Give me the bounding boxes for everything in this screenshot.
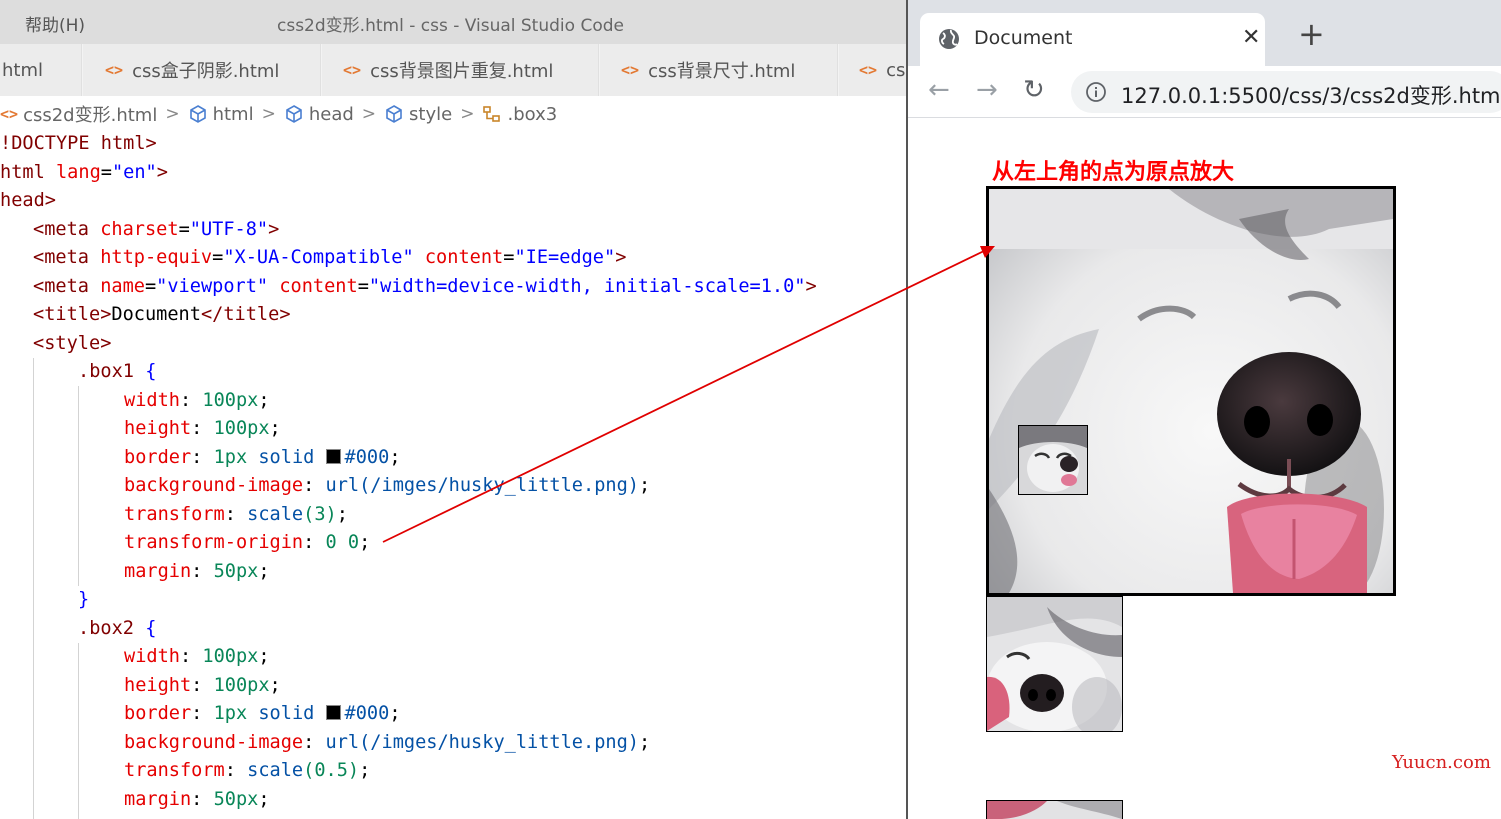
html-file-icon: <> xyxy=(105,61,124,79)
breadcrumb-item-style[interactable]: style xyxy=(384,104,452,125)
watermark-text: Yuucn.com xyxy=(1392,752,1491,773)
code-line: height: 100px; xyxy=(124,418,281,439)
editor-tab-bg-size[interactable]: <> css背景尺寸.html xyxy=(600,44,838,96)
husky-face-photo xyxy=(989,189,1393,593)
code-line: transform: scale(0.5); xyxy=(124,760,371,781)
browser-tab[interactable]: Document ✕ xyxy=(920,13,1265,66)
code-line: html lang="en"> xyxy=(0,161,168,183)
url-text[interactable]: 127.0.0.1:5500/css/3/css2d变形.html xyxy=(1121,80,1501,110)
code-editor[interactable]: !DOCTYPE html> html lang="en"> head> <me… xyxy=(0,130,906,819)
tab-label: html xyxy=(2,59,44,81)
reload-button[interactable]: ↻ xyxy=(1023,75,1045,105)
husky-face-photo xyxy=(987,597,1122,731)
code-line: <meta charset="UTF-8"> xyxy=(33,218,280,240)
cube-icon xyxy=(286,105,302,123)
forward-button[interactable]: → xyxy=(976,75,998,105)
indent-guide xyxy=(78,386,79,586)
code-line: .box1 { xyxy=(78,361,157,382)
html-file-icon: <> xyxy=(859,61,878,79)
code-line: width: 100px; xyxy=(124,389,270,411)
chevron-right-icon: > xyxy=(165,104,180,124)
breadcrumb-item-head[interactable]: head xyxy=(284,104,354,125)
breadcrumb-item-html[interactable]: html xyxy=(188,104,254,125)
husky-image-small xyxy=(1018,425,1088,495)
tab-label: css xyxy=(886,59,906,81)
browser-tab-strip: Document ✕ + xyxy=(908,0,1501,66)
info-icon[interactable] xyxy=(1085,81,1107,103)
husky-little-photo xyxy=(1019,426,1087,494)
code-line: } xyxy=(78,589,90,610)
code-line: background-image: url(/imges/husky_littl… xyxy=(124,731,651,753)
window-title: css2d变形.html - css - Visual Studio Code xyxy=(277,16,624,36)
cube-icon xyxy=(386,105,402,123)
code-line: <title>Document</title> xyxy=(33,304,291,325)
address-bar[interactable]: 127.0.0.1:5500/css/3/css2d变形.html xyxy=(1071,71,1501,113)
html-file-icon: <> xyxy=(621,61,640,79)
code-line: border: 1px solid #000; xyxy=(124,446,401,468)
chevron-right-icon: > xyxy=(261,104,276,124)
browser-toolbar: ← → ↻ 127.0.0.1:5500/css/3/css2d变形.html xyxy=(908,66,1501,118)
indent-guide xyxy=(78,643,79,819)
code-line: border: 1px solid #000; xyxy=(124,703,401,724)
code-line: margin: 50px; xyxy=(124,788,270,810)
breadcrumb-label: css2d变形.html xyxy=(23,105,158,126)
code-line: <style> xyxy=(33,332,112,354)
browser-tab-title: Document xyxy=(974,27,1073,49)
html-file-icon: <> xyxy=(0,105,19,123)
chevron-right-icon: > xyxy=(361,104,377,124)
new-tab-button[interactable]: + xyxy=(1298,18,1325,50)
selector-icon xyxy=(483,106,501,122)
code-line: height: 100px; xyxy=(124,674,281,696)
editor-tab-box-shadow[interactable]: <> css盒子阴影.html xyxy=(83,44,321,96)
close-tab-icon[interactable]: ✕ xyxy=(1242,25,1260,50)
breadcrumb-label: head xyxy=(308,103,354,125)
globe-icon xyxy=(939,29,959,49)
code-line: width: 100px; xyxy=(124,646,270,667)
breadcrumb: <> css2d变形.html > html > head > style > … xyxy=(0,96,906,132)
page-heading: 从左上角的点为原点放大 xyxy=(992,160,1235,185)
editor-tab-bg-repeat[interactable]: <> css背景图片重复.html xyxy=(322,44,599,96)
breadcrumb-label: style xyxy=(409,103,453,125)
editor-tab-bar: html <> css盒子阴影.html <> css背景图片重复.html <… xyxy=(0,44,906,96)
breadcrumb-item-file[interactable]: <> css2d变形.html xyxy=(0,101,157,127)
husky-face-photo xyxy=(987,801,1122,819)
code-line-transform-origin: transform-origin: 0 0; xyxy=(124,532,371,553)
color-swatch[interactable] xyxy=(325,705,341,720)
tab-label: css盒子阴影.html xyxy=(132,61,280,82)
tab-label: css背景尺寸.html xyxy=(648,61,796,82)
code-line: !DOCTYPE html> xyxy=(0,133,157,154)
back-button[interactable]: ← xyxy=(928,75,950,105)
browser-window: Document ✕ + ← → ↻ 127.0.0.1:5500/css/3/… xyxy=(906,0,1501,819)
code-line: <meta name="viewport" content="width=dev… xyxy=(33,275,817,297)
tab-label: css背景图片重复.html xyxy=(370,61,554,82)
chevron-right-icon: > xyxy=(460,104,475,124)
code-line: transform: scale(3); xyxy=(124,503,348,525)
breadcrumb-label: html xyxy=(212,103,254,125)
code-line: margin: 50px; xyxy=(124,560,270,582)
code-line: .box2 { xyxy=(78,617,157,639)
color-swatch[interactable] xyxy=(325,448,341,464)
code-line: head> xyxy=(0,190,56,211)
breadcrumb-label: .box3 xyxy=(507,103,558,125)
vscode-window: 帮助(H) css2d变形.html - css - Visual Studio… xyxy=(0,0,906,819)
husky-image-scaled-half xyxy=(986,596,1123,732)
page-viewport: 从左上角的点为原点放大 Yuucn.com xyxy=(908,118,1501,819)
breadcrumb-item-box3[interactable]: .box3 xyxy=(482,104,557,125)
husky-image-partial xyxy=(986,800,1123,819)
editor-tab-overflow[interactable]: <> css xyxy=(839,44,906,96)
code-line: background-image: url(/imges/husky_littl… xyxy=(124,475,651,496)
menu-help[interactable]: 帮助(H) xyxy=(25,11,85,36)
husky-image-scaled-large xyxy=(986,186,1396,596)
html-file-icon: <> xyxy=(343,61,362,79)
cube-icon xyxy=(189,105,206,123)
indent-guide xyxy=(33,358,34,819)
editor-tab-html[interactable]: html xyxy=(0,44,82,96)
title-bar: 帮助(H) css2d变形.html - css - Visual Studio… xyxy=(0,0,906,44)
code-line: <meta http-equiv="X-UA-Compatible" conte… xyxy=(33,247,627,268)
